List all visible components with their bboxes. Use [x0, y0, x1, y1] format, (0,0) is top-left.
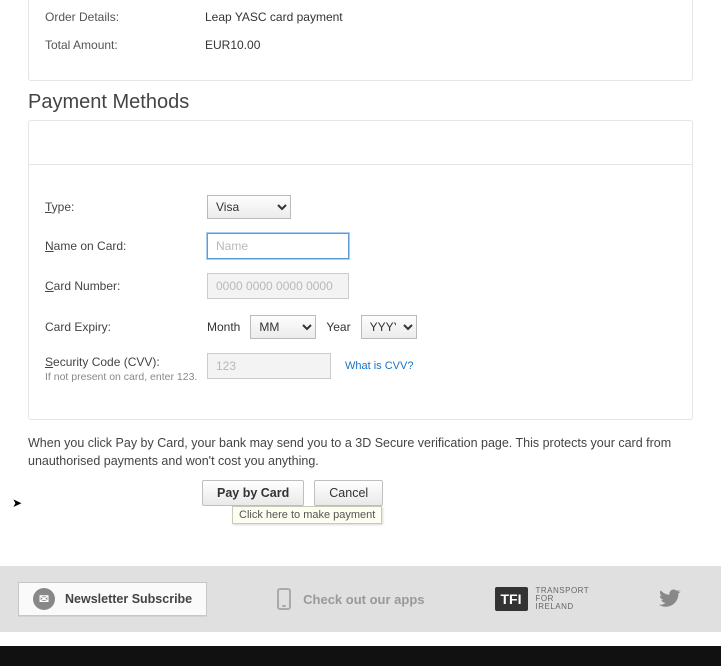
- cvv-row: Security Code (CVV): If not present on c…: [45, 353, 676, 383]
- order-summary: Order Details: Leap YASC card payment To…: [28, 0, 693, 81]
- tfi-text: Transport for Ireland: [536, 587, 590, 611]
- type-row: Type: Visa: [45, 195, 676, 219]
- phone-icon: [277, 588, 291, 610]
- apps-label: Check out our apps: [303, 592, 424, 607]
- tfi-logo: TFI Transport for Ireland: [495, 587, 590, 611]
- cvv-label: Security Code (CVV):: [45, 355, 207, 369]
- order-details-row: Order Details: Leap YASC card payment: [45, 6, 676, 34]
- expiry-row: Card Expiry: Month MM Year YYYY: [45, 315, 676, 339]
- pay-tooltip: Click here to make payment: [232, 506, 382, 524]
- newsletter-subscribe-button[interactable]: ✉ Newsletter Subscribe: [18, 582, 207, 616]
- card-type-select[interactable]: Visa: [207, 195, 291, 219]
- year-label: Year: [326, 320, 350, 334]
- card-form: Type: Visa // quick fix for Type label u…: [29, 165, 692, 419]
- name-row: Name on Card:: [45, 233, 676, 259]
- card-number-input[interactable]: [207, 273, 349, 299]
- cvv-input[interactable]: [207, 353, 331, 379]
- order-details-label: Order Details:: [45, 10, 205, 24]
- total-amount-value: EUR10.00: [205, 38, 260, 52]
- name-label: Name on Card:: [45, 239, 207, 253]
- card-number-row: Card Number:: [45, 273, 676, 299]
- payment-methods-panel: Type: Visa // quick fix for Type label u…: [28, 120, 693, 420]
- order-details-value: Leap YASC card payment: [205, 10, 343, 24]
- what-is-cvv-link[interactable]: What is CVV?: [345, 360, 413, 372]
- name-on-card-input[interactable]: [207, 233, 349, 259]
- cvv-hint: If not present on card, enter 123.: [45, 371, 207, 383]
- twitter-icon: [659, 587, 681, 609]
- twitter-link[interactable]: [659, 587, 681, 612]
- expiry-label: Card Expiry:: [45, 320, 207, 334]
- card-number-label: Card Number:: [45, 279, 207, 293]
- total-amount-row: Total Amount: EUR10.00: [45, 34, 676, 62]
- secure-notice: When you click Pay by Card, your bank ma…: [28, 434, 693, 470]
- month-label: Month: [207, 320, 240, 334]
- tfi-badge: TFI: [495, 587, 528, 611]
- action-buttons: ➤ Pay by Card Cancel Click here to make …: [28, 480, 693, 506]
- type-label: Type:: [45, 200, 207, 214]
- check-out-apps-link[interactable]: Check out our apps: [277, 588, 424, 610]
- newsletter-label: Newsletter Subscribe: [65, 592, 192, 606]
- footer-band: ✉ Newsletter Subscribe Check out our app…: [0, 566, 721, 632]
- cancel-button[interactable]: Cancel: [314, 480, 383, 506]
- expiry-month-select[interactable]: MM: [250, 315, 316, 339]
- pay-by-card-button[interactable]: Pay by Card: [202, 480, 304, 506]
- footer-nav-bar: [0, 646, 721, 666]
- expiry-year-select[interactable]: YYYY: [361, 315, 417, 339]
- cursor-icon: ➤: [12, 496, 22, 510]
- cvv-label-block: Security Code (CVV): If not present on c…: [45, 353, 207, 383]
- payment-methods-tabs: [29, 121, 692, 165]
- envelope-icon: ✉: [33, 588, 55, 610]
- total-amount-label: Total Amount:: [45, 38, 205, 52]
- payment-methods-heading: Payment Methods: [28, 91, 693, 114]
